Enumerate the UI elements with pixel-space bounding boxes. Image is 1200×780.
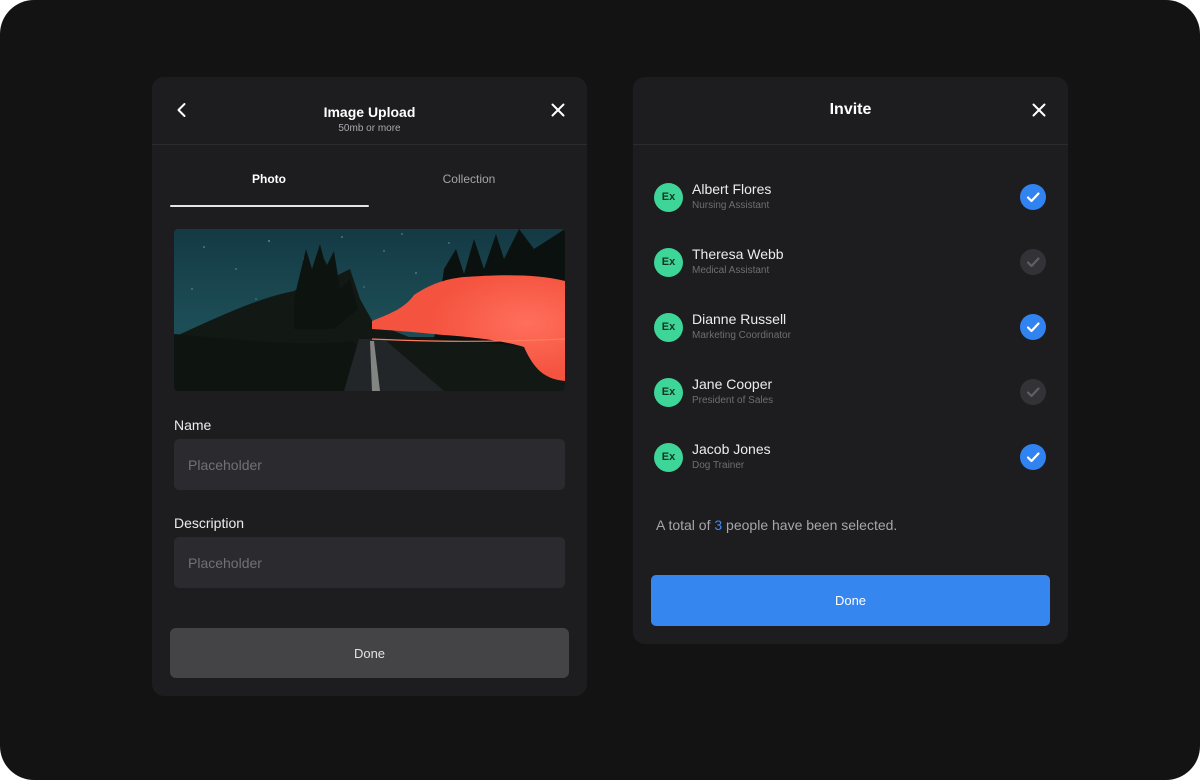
person-name: Jane Cooper — [692, 376, 773, 392]
selected-count: 3 — [714, 517, 723, 533]
invite-person-row[interactable]: Ex Jane Cooper President of Sales — [633, 368, 1068, 420]
close-icon[interactable] — [548, 100, 568, 120]
checkmark-icon[interactable] — [1020, 314, 1046, 340]
avatar: Ex — [654, 378, 683, 407]
invite-person-row[interactable]: Ex Dianne Russell Marketing Coordinator — [633, 303, 1068, 355]
summary-suffix: people have been selected. — [722, 517, 898, 533]
checkmark-icon[interactable] — [1020, 444, 1046, 470]
checkmark-icon[interactable] — [1020, 184, 1046, 210]
tab-photo[interactable]: Photo — [170, 172, 368, 206]
upload-header: Image Upload 50mb or more — [152, 77, 587, 145]
person-name: Theresa Webb — [692, 246, 784, 262]
uploaded-photo[interactable] — [174, 229, 565, 391]
selection-summary: A total of 3 people have been selected. — [656, 517, 897, 533]
invite-person-row[interactable]: Ex Albert Flores Nursing Assistant — [633, 173, 1068, 225]
invite-done-button[interactable]: Done — [651, 575, 1050, 626]
person-role: Nursing Assistant — [692, 200, 770, 211]
invite-person-row[interactable]: Ex Jacob Jones Dog Trainer — [633, 433, 1068, 485]
summary-prefix: A total of — [656, 517, 715, 533]
avatar: Ex — [654, 443, 683, 472]
invite-title: Invite — [829, 101, 872, 118]
person-role: President of Sales — [692, 395, 774, 406]
description-input[interactable] — [174, 537, 565, 588]
invite-header: Invite — [633, 77, 1068, 145]
active-tab-indicator — [170, 205, 369, 207]
person-name: Albert Flores — [692, 181, 772, 197]
description-label: Description — [174, 515, 245, 531]
name-input[interactable] — [174, 439, 565, 490]
invite-dialog: Invite Ex Albert Flores Nursing Assistan… — [633, 77, 1068, 644]
person-name: Jacob Jones — [692, 441, 771, 457]
image-upload-dialog: Image Upload 50mb or more Photo Collecti… — [152, 77, 587, 696]
person-role: Marketing Coordinator — [692, 330, 791, 341]
checkmark-icon[interactable] — [1020, 379, 1046, 405]
upload-done-button[interactable]: Done — [170, 628, 569, 678]
avatar: Ex — [654, 248, 683, 277]
upload-subtitle: 50mb or more — [338, 123, 401, 134]
app-frame: Image Upload 50mb or more Photo Collecti… — [0, 0, 1200, 780]
person-role: Medical Assistant — [692, 265, 770, 276]
avatar: Ex — [654, 313, 683, 342]
checkmark-icon[interactable] — [1020, 249, 1046, 275]
name-label: Name — [174, 417, 212, 433]
close-icon[interactable] — [1029, 100, 1049, 120]
invite-person-row[interactable]: Ex Theresa Webb Medical Assistant — [633, 238, 1068, 290]
tab-collection[interactable]: Collection — [370, 172, 568, 206]
avatar: Ex — [654, 183, 683, 212]
upload-title: Image Upload — [323, 104, 416, 120]
person-role: Dog Trainer — [692, 460, 745, 471]
person-name: Dianne Russell — [692, 311, 787, 327]
